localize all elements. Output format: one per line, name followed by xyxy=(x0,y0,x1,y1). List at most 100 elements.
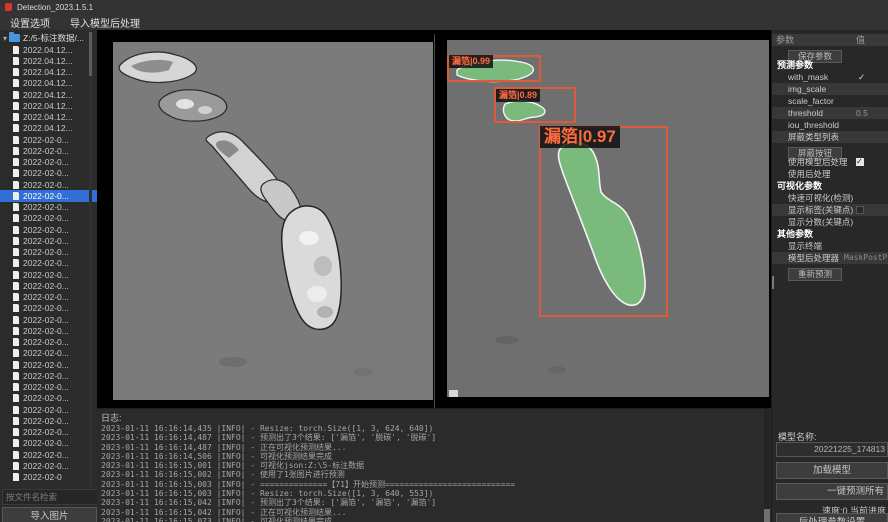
tree-item[interactable]: 2022-02-0... xyxy=(0,393,97,404)
tree-item[interactable]: 2022-02-0... xyxy=(0,460,97,471)
tree-item-label: 2022.04.12... xyxy=(23,90,73,100)
tree-item-label: 2022-02-0... xyxy=(23,146,69,156)
file-icon xyxy=(13,316,19,324)
tree-item[interactable]: 2022.04.12... xyxy=(0,78,97,89)
tree-item[interactable]: 2022-02-0... xyxy=(0,168,97,179)
source-image-canvas[interactable] xyxy=(113,42,433,400)
parameter-row[interactable]: 使用模型后处理 xyxy=(772,156,888,168)
parameter-row[interactable]: 快速可视化(检测) xyxy=(772,192,888,204)
tree-item[interactable]: 2022.04.12... xyxy=(0,123,97,134)
parameter-row[interactable]: 显示标签(关键点) xyxy=(772,204,888,216)
tree-item-label: 2022-02-0... xyxy=(23,405,69,415)
filename-search-input[interactable] xyxy=(2,489,97,505)
file-icon xyxy=(13,68,19,76)
tree-item[interactable]: 2022.04.12... xyxy=(0,100,97,111)
tree-item[interactable]: 2022-02-0... xyxy=(0,337,97,348)
tree-item[interactable]: 2022-02-0 xyxy=(0,472,97,483)
tree-item[interactable]: 2022-02-0... xyxy=(0,449,97,460)
model-name-field[interactable]: 20221225_174813 xyxy=(776,442,888,457)
tree-item-label: 2022.04.12... xyxy=(23,112,73,122)
postprocess-settings-button[interactable]: 后处理参数设置 xyxy=(776,513,888,522)
repredict-button[interactable]: 重新预测 xyxy=(788,268,842,281)
tree-item[interactable]: 2022-02-0... xyxy=(0,325,97,336)
tree-item-label: 2022-02-0... xyxy=(23,157,69,167)
center-area: 漏箔|0.99 漏箔|0.89 漏箔|0.97 日志: 2023-01-11 1… xyxy=(97,30,771,522)
tree-item-label: 2022-02-0... xyxy=(23,450,69,460)
file-icon xyxy=(13,361,19,369)
parameter-row[interactable]: 显示分数(关键点) xyxy=(772,216,888,228)
tree-item[interactable]: 2022-02-0... xyxy=(0,359,97,370)
tree-item[interactable]: 2022-02-0... xyxy=(0,382,97,393)
log-scrollbar-thumb[interactable] xyxy=(764,509,770,522)
parameter-row[interactable]: iou_threshold xyxy=(772,119,888,131)
log-lines: 2023-01-11 16:16:14,435 |INFO| - Resize:… xyxy=(101,424,756,522)
import-images-button[interactable]: 导入图片 xyxy=(2,507,97,522)
parameter-row[interactable]: scale_factor xyxy=(772,95,888,107)
tree-item[interactable]: 2022-02-0... xyxy=(0,235,97,246)
log-scrollbar[interactable] xyxy=(764,409,770,522)
image-viewer: 漏箔|0.99 漏箔|0.89 漏箔|0.97 xyxy=(97,30,771,408)
tree-item[interactable]: 2022-02-0... xyxy=(0,348,97,359)
caret-down-icon[interactable]: ▾ xyxy=(3,34,7,43)
tree-item[interactable]: 2022-02-0... xyxy=(0,438,97,449)
tree-item-label: 2022-02-0... xyxy=(23,281,69,291)
tree-item[interactable]: 2022.04.12... xyxy=(0,55,97,66)
parameter-row[interactable]: with_mask✓ xyxy=(772,71,888,83)
tree-item[interactable]: 2022-02-0... xyxy=(0,280,97,291)
image-panel-divider[interactable] xyxy=(434,34,435,408)
parameter-section-header: 可视化参数 xyxy=(772,180,888,192)
parameter-row[interactable]: 模型后处理器MaskPostPro xyxy=(772,252,888,264)
log-line: 2023-01-11 16:16:15,042 |INFO| - 正在可视化预测… xyxy=(101,508,756,517)
tree-item-label: 2022-02-0... xyxy=(23,326,69,336)
tree-item[interactable]: 2022-02-0... xyxy=(0,213,97,224)
tree-item[interactable]: 2022-02-0... xyxy=(0,415,97,426)
file-icon xyxy=(13,113,19,121)
parameter-row[interactable]: 使用后处理 xyxy=(772,168,888,180)
parameter-row[interactable]: img_scale xyxy=(772,83,888,95)
tree-item[interactable]: 2022-02-0... xyxy=(0,179,97,190)
panel-scrollbar-thumb[interactable] xyxy=(772,276,774,289)
tree-item[interactable]: 2022-02-0... xyxy=(0,292,97,303)
tree-item[interactable]: 2022-02-0... xyxy=(0,303,97,314)
parameter-row[interactable]: 显示终端 xyxy=(772,240,888,252)
tree-item[interactable]: 2022-02-0... xyxy=(0,134,97,145)
parameter-checkbox[interactable] xyxy=(856,158,864,166)
detection-label: 漏箔|0.97 xyxy=(540,126,620,148)
file-icon xyxy=(13,451,19,459)
predict-all-button[interactable]: 一键预测所有 xyxy=(776,483,888,500)
tree-item[interactable]: 2022-02-0... xyxy=(0,145,97,156)
tree-item-label: 2022.04.12... xyxy=(23,123,73,133)
tree-item[interactable]: 2022-02-0... xyxy=(0,202,97,213)
parameter-row[interactable]: threshold0.5 xyxy=(772,107,888,119)
parameter-table: 保存参数预测参数with_mask✓img_scalescale_factort… xyxy=(772,46,888,277)
tree-item-label: 2022-02-0... xyxy=(23,427,69,437)
tree-item[interactable]: 2022.04.12... xyxy=(0,89,97,100)
column-value: 值 xyxy=(856,34,865,46)
log-line: 2023-01-11 16:16:14,487 |INFO| - 正在可视化预测… xyxy=(101,443,756,452)
tree-root-folder[interactable]: ▾ Z:/5-标注数据/... xyxy=(0,32,97,44)
tree-item[interactable]: 2022-02-0... xyxy=(0,269,97,280)
tree-item[interactable]: 2022-02-0... xyxy=(0,314,97,325)
tree-item[interactable]: 2022-02-0... xyxy=(0,258,97,269)
tree-scrollbar[interactable] xyxy=(89,32,92,487)
tree-item[interactable]: 2022-02-0... xyxy=(0,427,97,438)
tree-item-label: 2022-02-0... xyxy=(23,315,69,325)
parameter-row[interactable]: 屏蔽类型列表 xyxy=(772,131,888,143)
tree-item[interactable]: 2022-02-0... xyxy=(0,404,97,415)
file-icon xyxy=(13,136,19,144)
tree-item-label: 2022.04.12... xyxy=(23,67,73,77)
file-icon xyxy=(13,214,19,222)
tree-item[interactable]: 2022.04.12... xyxy=(0,112,97,123)
tree-item-label: 2022-02-0... xyxy=(23,360,69,370)
tree-scrollbar-thumb[interactable] xyxy=(89,32,92,76)
tree-item[interactable]: 2022-02-0... xyxy=(0,247,97,258)
tree-item[interactable]: 2022-02-0... xyxy=(0,190,97,201)
tree-item[interactable]: 2022-02-0... xyxy=(0,157,97,168)
load-model-button[interactable]: 加载模型 xyxy=(776,462,888,479)
tree-item[interactable]: 2022-02-0... xyxy=(0,224,97,235)
parameter-checkbox[interactable] xyxy=(856,206,864,214)
file-icon xyxy=(13,169,19,177)
tree-item[interactable]: 2022.04.12... xyxy=(0,67,97,78)
tree-item[interactable]: 2022-02-0... xyxy=(0,370,97,381)
tree-item[interactable]: 2022.04.12... xyxy=(0,44,97,55)
